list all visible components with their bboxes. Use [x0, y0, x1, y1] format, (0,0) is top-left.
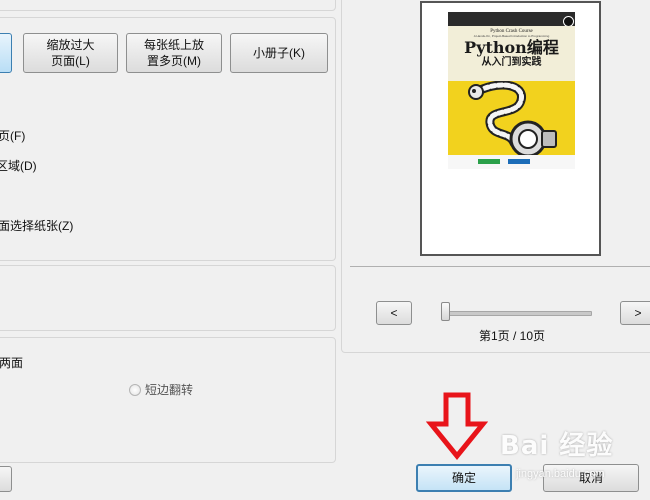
- radio-label: 短边翻转: [145, 383, 194, 397]
- baidu-watermark: Bai 经验 jingyan.baidu.com: [500, 425, 646, 491]
- shrink-oversized-pages-button[interactable]: 缩放过大 页面(L): [23, 33, 118, 73]
- cover-title-box: Python Crash Course A Hands-On, Project-…: [448, 26, 575, 81]
- short-edge-radio[interactable]: 短边翻转: [129, 381, 193, 398]
- booklet-button[interactable]: 小册子(K): [230, 33, 328, 73]
- orientation-panel: [0, 265, 336, 331]
- button-label-line1: 每张纸上放: [143, 38, 204, 52]
- option-print-area[interactable]: 区域(D): [0, 157, 37, 174]
- multiple-pages-per-sheet-button[interactable]: 每张纸上放 置多页(M): [126, 33, 222, 73]
- next-page-button[interactable]: >: [620, 301, 650, 325]
- button-label: 小册子(K): [253, 46, 305, 60]
- button-label-line2: 置多页(M): [146, 54, 201, 68]
- chevron-left-icon: <: [390, 306, 398, 320]
- option-choose-paper-by-pdf-size[interactable]: 面选择纸张(Z): [0, 217, 73, 234]
- duplex-label: 两面: [0, 356, 24, 370]
- top-left-panel-edge: [0, 0, 336, 11]
- page-setup-button[interactable]: [0, 466, 12, 492]
- page-indicator: 第1页 / 10页: [479, 329, 546, 343]
- option-fit-page[interactable]: 页(F): [0, 127, 25, 144]
- duplex-panel: [0, 337, 336, 463]
- book-title: Python编程: [464, 38, 559, 57]
- ok-label: 确定: [451, 471, 476, 485]
- button-label-line1: 缩放过大: [46, 38, 95, 52]
- ok-button[interactable]: 确定: [416, 464, 512, 492]
- button-label-line2: 页面(L): [51, 54, 90, 68]
- red-arrow-down-icon: [426, 392, 488, 460]
- previous-page-button[interactable]: <: [376, 301, 412, 325]
- book-subtitle: 从入门到实践: [481, 57, 542, 68]
- snake-robot-illustration: [448, 81, 575, 169]
- radio-circle-icon[interactable]: [129, 383, 141, 396]
- preview-divider: [350, 266, 650, 267]
- watermark-text: Bai 经验: [500, 431, 614, 461]
- book-cover-image: Python Crash Course A Hands-On, Project-…: [448, 12, 575, 169]
- watermark-url: jingyan.baidu.com: [516, 468, 605, 480]
- page-slider-thumb[interactable]: [441, 302, 450, 321]
- cover-top-bar: [448, 12, 575, 26]
- size-button[interactable]: [0, 33, 12, 73]
- chevron-right-icon: >: [634, 306, 642, 320]
- page-slider-track[interactable]: [444, 311, 592, 316]
